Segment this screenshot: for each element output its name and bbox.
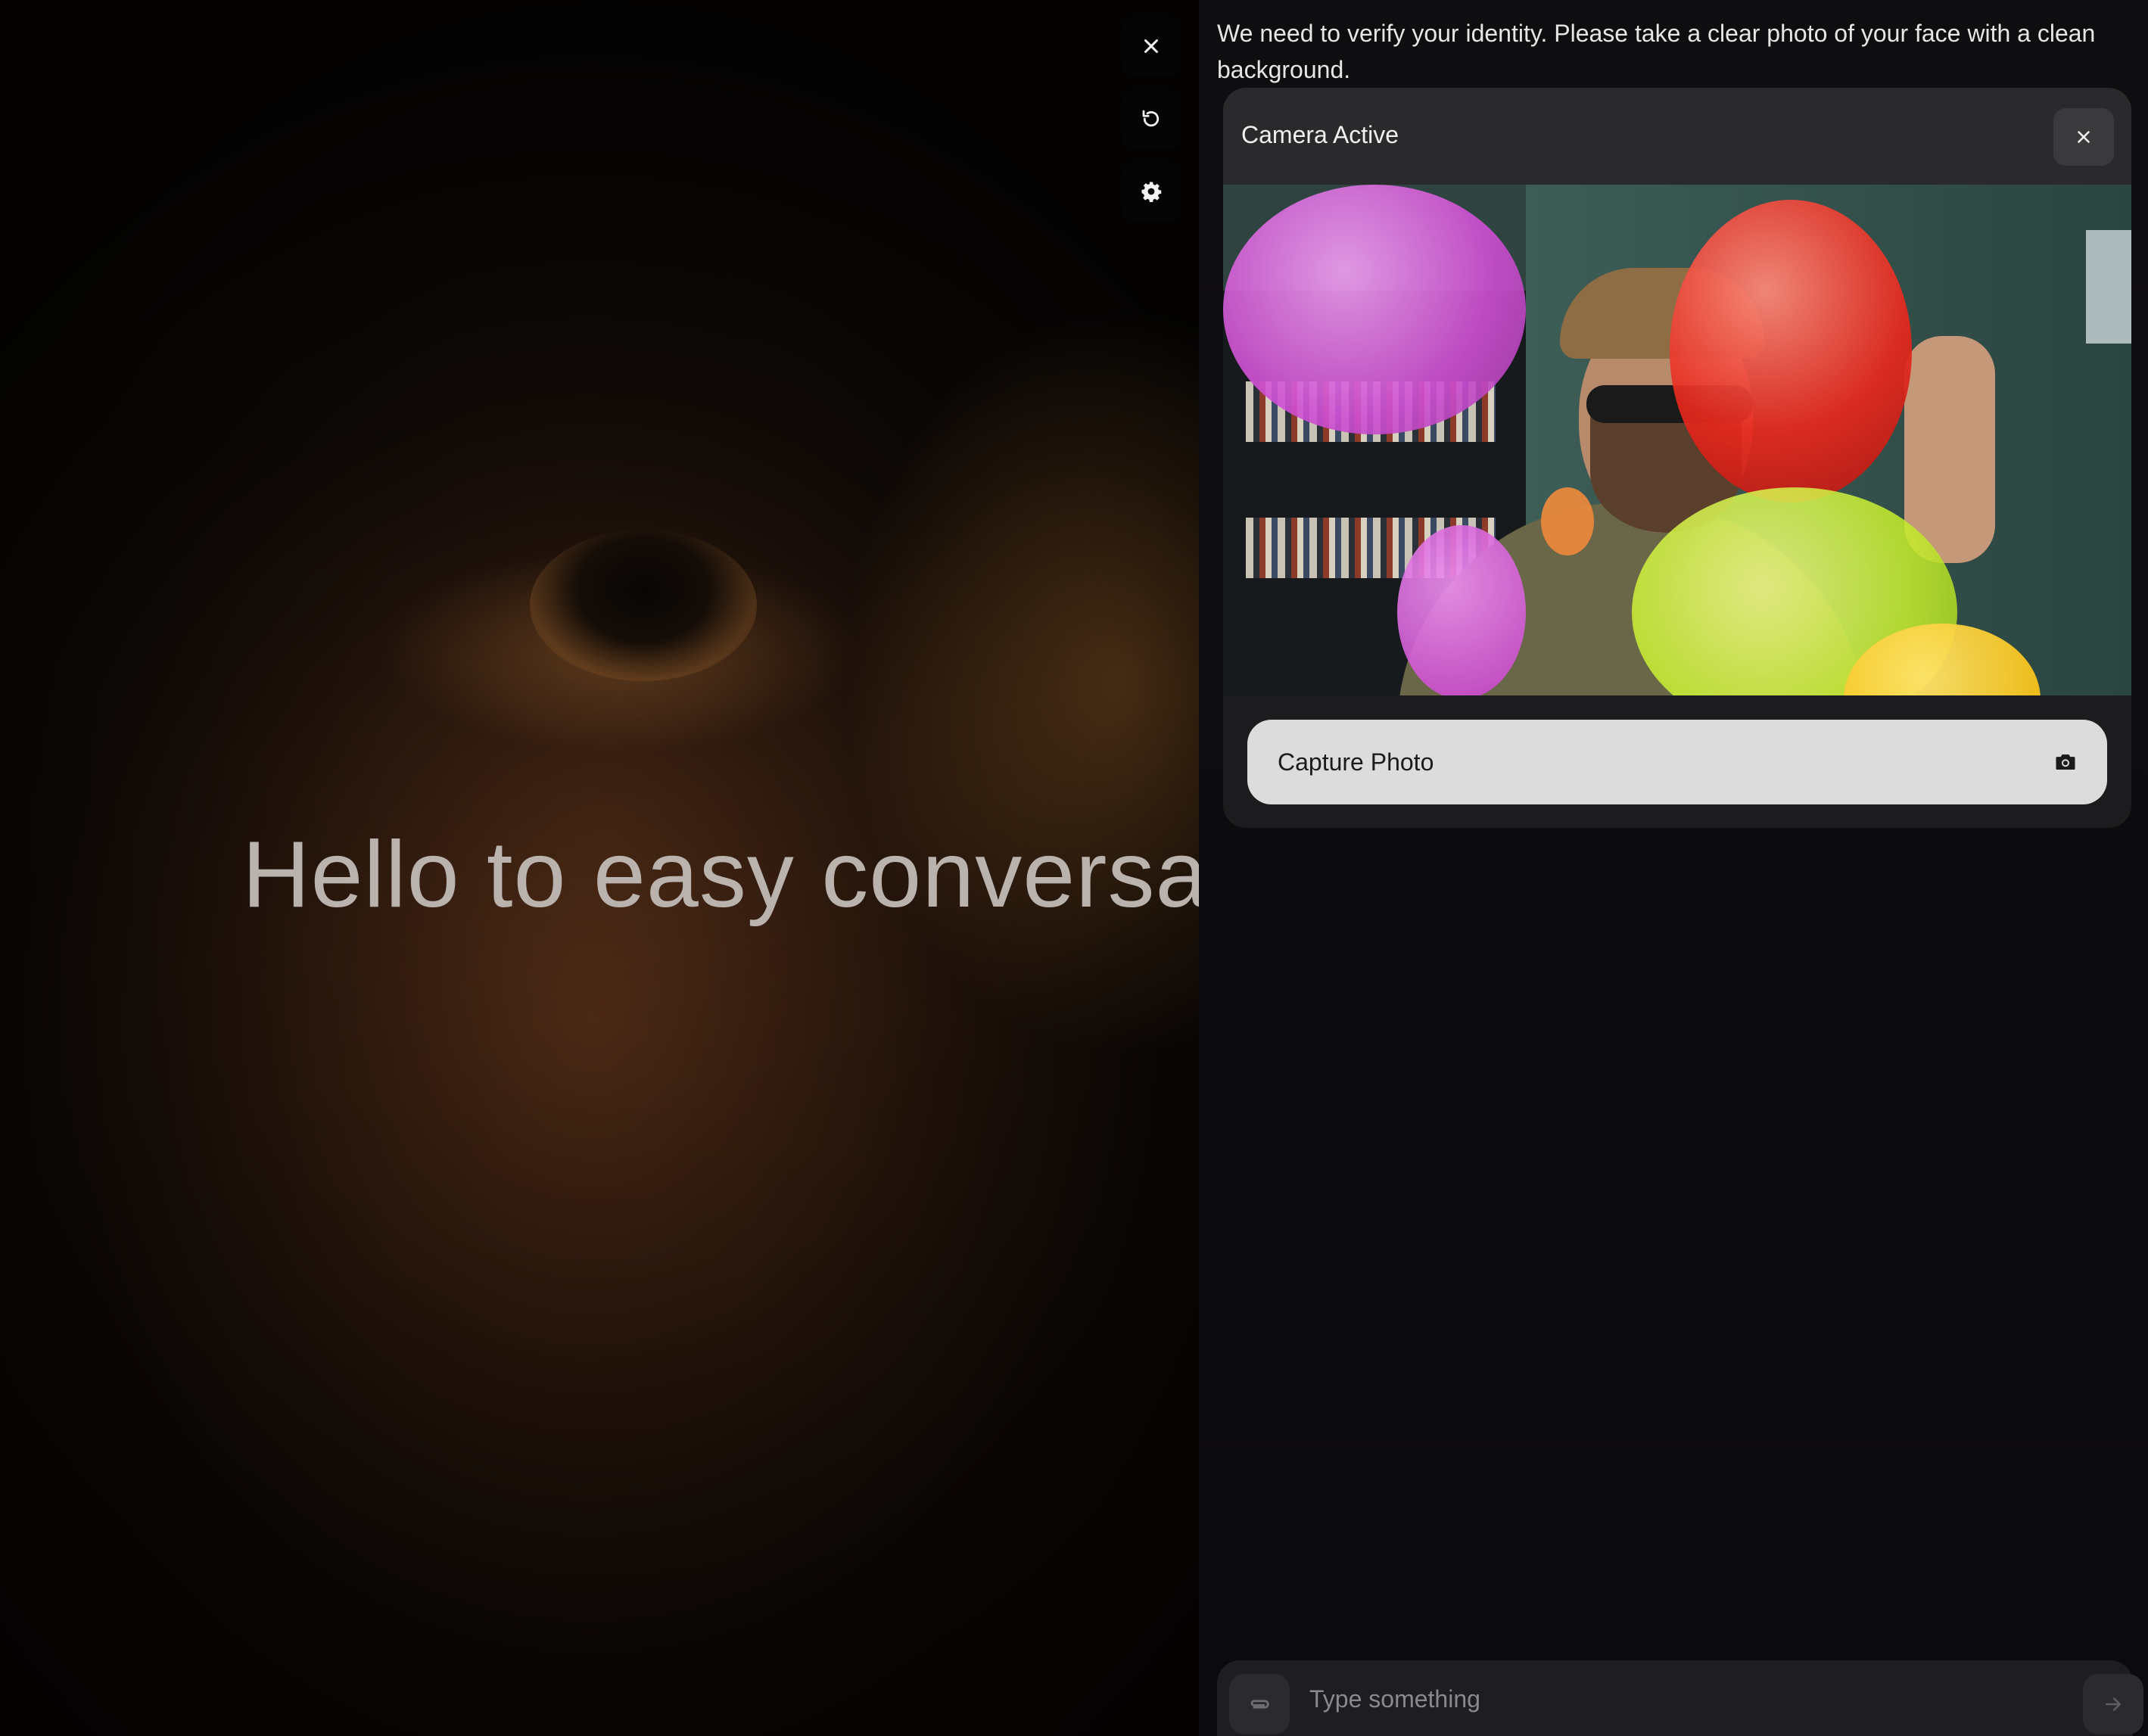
hero-toolbar bbox=[1122, 17, 1181, 235]
camera-card: Camera Active Capture Photo bbox=[1223, 88, 2131, 828]
hero-background: Hello to easy conversati bbox=[0, 0, 1199, 1736]
message-input[interactable] bbox=[1308, 1675, 2037, 1722]
camera-title: Camera Active bbox=[1241, 121, 1399, 148]
preview-wall-frame bbox=[2086, 230, 2131, 344]
settings-button[interactable] bbox=[1122, 162, 1181, 221]
camera-icon bbox=[2056, 754, 2075, 770]
arrow-right-icon bbox=[2106, 1697, 2121, 1711]
paperclip-icon bbox=[1250, 1700, 1269, 1709]
refresh-icon bbox=[1142, 110, 1160, 127]
assistant-message: We need to verify your identity. Please … bbox=[1217, 20, 2096, 83]
close-icon bbox=[1144, 39, 1158, 53]
attach-button[interactable] bbox=[1229, 1674, 1290, 1734]
balloon-pink-small bbox=[1397, 525, 1526, 695]
refresh-button[interactable] bbox=[1122, 89, 1181, 148]
balloon-pink bbox=[1223, 185, 1526, 434]
close-button[interactable] bbox=[1122, 17, 1181, 76]
hero-title: Hello to easy conversati bbox=[242, 823, 1199, 927]
close-icon bbox=[2078, 131, 2090, 143]
capture-photo-label: Capture Photo bbox=[1278, 748, 1434, 776]
preview-peace-hand bbox=[1904, 336, 1995, 563]
gear-icon bbox=[1141, 182, 1162, 202]
message-composer bbox=[1217, 1660, 2143, 1736]
balloon-orange bbox=[1541, 487, 1594, 555]
camera-close-button[interactable] bbox=[2053, 108, 2114, 166]
send-button[interactable] bbox=[2083, 1674, 2143, 1734]
capture-photo-button[interactable]: Capture Photo bbox=[1247, 720, 2107, 804]
chat-panel: We need to verify your identity. Please … bbox=[1199, 0, 2148, 1736]
balloon-red bbox=[1670, 200, 1912, 502]
camera-preview bbox=[1223, 185, 2131, 695]
camera-header: Camera Active bbox=[1223, 88, 2131, 185]
